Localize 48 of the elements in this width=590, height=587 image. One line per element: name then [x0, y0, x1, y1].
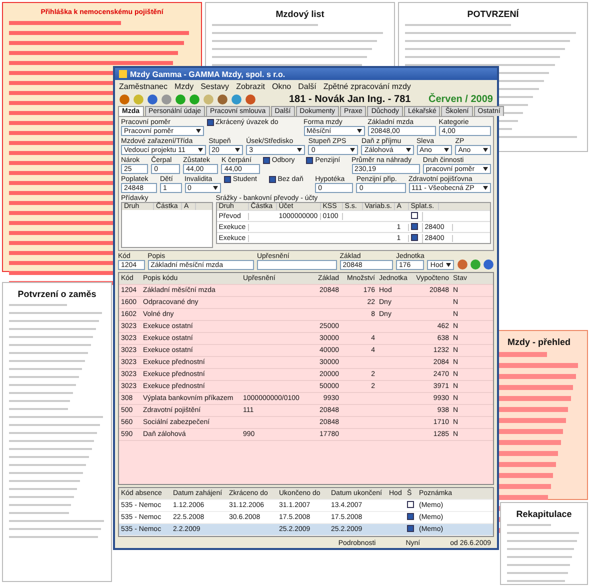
- document-title: Mzdy - přehled: [507, 337, 570, 347]
- toolbar-icon[interactable]: [217, 94, 228, 105]
- dropdown-arrow-icon[interactable]: [198, 148, 203, 152]
- window-title: Mzdy Gamma - GAMMA Mzdy, spol. s r.o.: [130, 70, 286, 78]
- checkbox[interactable]: [407, 513, 414, 520]
- dropdown-arrow-icon[interactable]: [212, 186, 218, 190]
- action-icon[interactable]: [457, 259, 468, 270]
- checkbox[interactable]: [410, 222, 418, 230]
- dropdown-arrow-icon[interactable]: [297, 148, 302, 152]
- document-title: Mzdový list: [276, 9, 324, 19]
- dropdown-arrow-icon[interactable]: [444, 148, 450, 152]
- menu-item[interactable]: Zpětné zpracování mzdy: [323, 82, 411, 91]
- checkbox[interactable]: [410, 234, 418, 240]
- toolbar-icon[interactable]: [147, 94, 158, 105]
- app-icon: [119, 70, 127, 78]
- checkbox[interactable]: [268, 176, 276, 183]
- checkbox[interactable]: [262, 157, 270, 164]
- document-title: Rekapitulace: [516, 509, 572, 519]
- menu-item[interactable]: Další: [298, 82, 316, 91]
- document-title: POTVRZENÍ: [467, 9, 519, 19]
- checkbox[interactable]: [410, 212, 418, 218]
- dropdown-arrow-icon[interactable]: [446, 263, 451, 267]
- action-icon[interactable]: [483, 259, 494, 270]
- input-field[interactable]: [256, 260, 337, 270]
- checkbox[interactable]: [206, 119, 214, 126]
- dropdown-arrow-icon[interactable]: [483, 186, 488, 190]
- checkbox[interactable]: [407, 501, 414, 508]
- toolbar-icon[interactable]: [231, 94, 242, 105]
- menu-item[interactable]: Zobrazit: [236, 82, 265, 91]
- dropdown-arrow-icon[interactable]: [482, 148, 488, 152]
- checkbox[interactable]: [407, 525, 414, 532]
- dropdown-arrow-icon[interactable]: [356, 129, 362, 133]
- menu-item[interactable]: Sestavy: [200, 82, 230, 91]
- checkbox[interactable]: [306, 157, 314, 164]
- dropdown-arrow-icon[interactable]: [482, 167, 488, 171]
- dropdown-arrow-icon[interactable]: [406, 148, 410, 152]
- menu-item[interactable]: Zaměstnanec: [119, 82, 168, 91]
- pay-period: Červen / 2009: [428, 94, 493, 105]
- employee-name: 181 - Novák Jan Ing. - 781: [289, 94, 411, 105]
- dropdown-arrow-icon[interactable]: [350, 148, 356, 152]
- dropdown-arrow-icon[interactable]: [235, 148, 240, 152]
- checkbox[interactable]: [224, 176, 231, 183]
- toolbar-icon[interactable]: [119, 94, 130, 105]
- menu-item[interactable]: Okno: [272, 82, 292, 91]
- document-title: Potvrzení o zaměs: [18, 289, 96, 299]
- dropdown-arrow-icon[interactable]: [196, 129, 201, 133]
- menu-item[interactable]: Mzdy: [174, 82, 194, 91]
- toolbar-icon[interactable]: [245, 94, 256, 105]
